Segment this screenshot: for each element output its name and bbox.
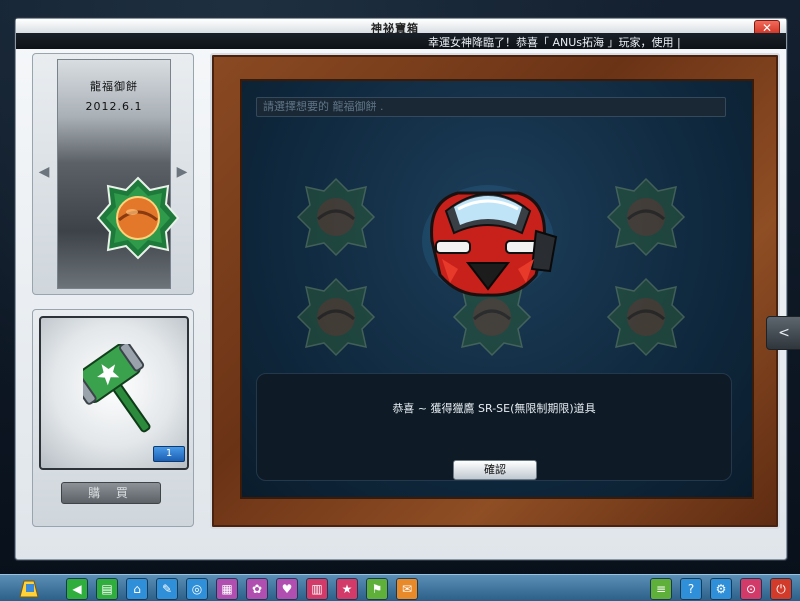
cookie-slot-1[interactable] bbox=[296, 177, 376, 257]
fortune-cookie-icon bbox=[96, 176, 180, 260]
item-viewer-card: 龍福御餅 2012.6.1 bbox=[57, 59, 180, 289]
flag-icon[interactable]: ⚑ bbox=[366, 578, 388, 600]
wrench-icon[interactable]: ✎ bbox=[156, 578, 178, 600]
settings-icon[interactable]: ⚙ bbox=[710, 578, 732, 600]
ticker-text: 幸運女神降臨了！恭喜「 ANUs拓海 」玩家，使用 | bbox=[428, 36, 681, 49]
heart-icon[interactable]: ♥ bbox=[276, 578, 298, 600]
side-collapse-tab[interactable]: < bbox=[766, 316, 800, 350]
mystery-box-dialog: 神祕寶箱 ✕ 幸運女神降臨了！恭喜「 ANUs拓海 」玩家，使用 | 龍福御餅 … bbox=[15, 18, 787, 560]
cookie-slot-4[interactable] bbox=[296, 277, 376, 357]
result-message: 恭喜 ~ 獲得獵鷹 SR-SE(無限制期限)道具 bbox=[392, 402, 596, 415]
title-bar: 神祕寶箱 bbox=[16, 19, 786, 35]
cookie-slot-6[interactable] bbox=[606, 277, 686, 357]
gift-icon[interactable]: ▦ bbox=[216, 578, 238, 600]
account-icon[interactable]: ◎ bbox=[186, 578, 208, 600]
list-icon[interactable]: ≡ bbox=[650, 578, 672, 600]
announcement-ticker: 幸運女神降臨了！恭喜「 ANUs拓海 」玩家，使用 | bbox=[16, 33, 786, 49]
item-name: 龍福御餅 bbox=[90, 80, 138, 93]
bottom-taskbar: ◀ ▤ ⌂ ✎ ◎ ▦ ✿ ♥ ▥ ★ ⚑ ✉ ≡? ⚙ ⊙ ⏻ bbox=[0, 574, 800, 601]
search-icon[interactable]: ⊙ bbox=[740, 578, 762, 600]
power-icon[interactable]: ⏻ bbox=[770, 578, 792, 600]
wooden-frame: 請選擇想要的 龍福御餅 . 恭喜 ~ 獲得獵鷹 SR-SE(無限制期限)道具 確… bbox=[210, 53, 780, 529]
home-icon[interactable]: ⌂ bbox=[126, 578, 148, 600]
helmet-reward-icon bbox=[422, 185, 558, 297]
result-message-box: 恭喜 ~ 獲得獵鷹 SR-SE(無限制期限)道具 確認 bbox=[256, 373, 732, 481]
flower-icon[interactable]: ✿ bbox=[246, 578, 268, 600]
reward-stage: 請選擇想要的 龍福御餅 . 恭喜 ~ 獲得獵鷹 SR-SE(無限制期限)道具 確… bbox=[240, 79, 754, 499]
owned-item-panel: 1 購 買 bbox=[32, 309, 194, 527]
cookie-slot-3[interactable] bbox=[606, 177, 686, 257]
item-slot[interactable]: 1 bbox=[39, 316, 189, 470]
buy-button[interactable]: 購 買 bbox=[61, 482, 161, 504]
next-item-arrow[interactable]: ▶ bbox=[175, 162, 189, 182]
confirm-button[interactable]: 確認 bbox=[453, 460, 537, 480]
item-viewer-panel: 龍福御餅 2012.6.1 ◀ ▶ bbox=[32, 53, 194, 295]
stars-icon[interactable]: ★ bbox=[336, 578, 358, 600]
book-icon[interactable]: ▥ bbox=[306, 578, 328, 600]
mail-icon[interactable]: ✉ bbox=[396, 578, 418, 600]
select-prompt: 請選擇想要的 龍福御餅 . bbox=[256, 97, 726, 117]
help-icon[interactable]: ? bbox=[680, 578, 702, 600]
prev-item-arrow[interactable]: ◀ bbox=[37, 162, 51, 182]
game-logo-icon bbox=[19, 580, 39, 598]
back-arrow-icon[interactable]: ◀ bbox=[66, 578, 88, 600]
item-date: 2012.6.1 bbox=[85, 100, 143, 113]
hammer-icon bbox=[83, 344, 151, 433]
shop-icon[interactable]: ▤ bbox=[96, 578, 118, 600]
quantity-badge: 1 bbox=[153, 446, 185, 462]
